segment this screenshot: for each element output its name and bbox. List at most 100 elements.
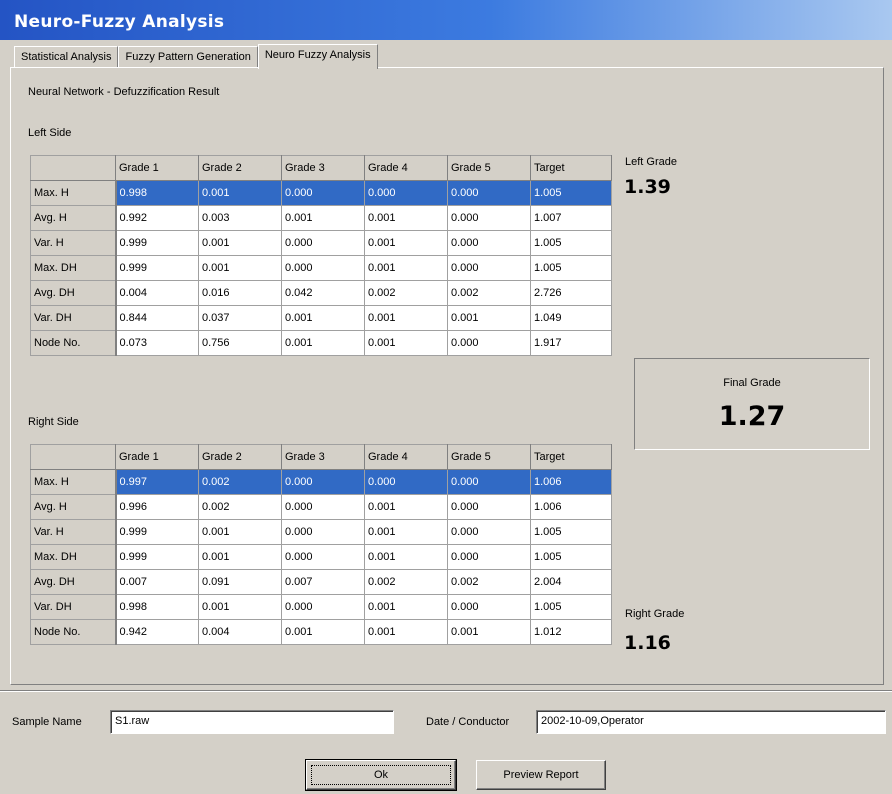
table-cell[interactable]: 0.001 <box>364 230 448 256</box>
table-cell[interactable]: 0.001 <box>198 255 282 281</box>
table-cell[interactable]: 0.000 <box>281 594 365 620</box>
table-row[interactable]: Var. DH 0.998 0.001 0.000 0.001 0.000 1.005 <box>30 594 612 620</box>
table-cell[interactable]: 0.756 <box>198 330 282 356</box>
table-row[interactable]: Node No. 0.073 0.756 0.001 0.001 0.000 1.917 <box>30 330 612 356</box>
table-cell[interactable]: 0.002 <box>198 494 282 520</box>
table-cell[interactable]: 0.001 <box>198 180 282 206</box>
table-row[interactable]: Max. H 0.998 0.001 0.000 0.000 0.000 1.005 <box>30 180 612 206</box>
table-cell[interactable]: 0.000 <box>447 544 531 570</box>
table-cell[interactable]: 0.999 <box>115 230 199 256</box>
table-cell[interactable]: 0.000 <box>281 180 365 206</box>
table-cell[interactable]: 0.073 <box>115 330 199 356</box>
table-cell[interactable]: 0.091 <box>198 569 282 595</box>
table-cell[interactable]: 0.007 <box>115 569 199 595</box>
table-cell[interactable]: 0.001 <box>281 619 365 645</box>
table-cell[interactable]: 1.005 <box>530 180 612 206</box>
right-result-table[interactable]: Grade 1 Grade 2 Grade 3 Grade 4 Grade 5 … <box>30 444 612 645</box>
table-cell[interactable]: 0.004 <box>115 280 199 306</box>
table-cell[interactable]: 1.007 <box>530 205 612 231</box>
table-cell[interactable]: 0.001 <box>364 594 448 620</box>
table-cell[interactable]: 1.012 <box>530 619 612 645</box>
table-cell[interactable]: 0.992 <box>115 205 199 231</box>
column-header-target[interactable]: Target <box>530 444 612 470</box>
table-cell[interactable]: 0.999 <box>115 255 199 281</box>
table-row[interactable]: Avg. H 0.996 0.002 0.000 0.001 0.000 1.006 <box>30 494 612 520</box>
table-row[interactable]: Var. H 0.999 0.001 0.000 0.001 0.000 1.005 <box>30 230 612 256</box>
column-header-grade-5[interactable]: Grade 5 <box>447 444 531 470</box>
table-cell[interactable]: 1.005 <box>530 594 612 620</box>
table-cell[interactable]: 0.000 <box>364 469 448 495</box>
table-row[interactable]: Avg. DH 0.004 0.016 0.042 0.002 0.002 2.726 <box>30 280 612 306</box>
table-cell[interactable]: 1.005 <box>530 519 612 545</box>
left-result-table[interactable]: Grade 1 Grade 2 Grade 3 Grade 4 Grade 5 … <box>30 155 612 356</box>
row-header[interactable]: Max. H <box>30 469 117 495</box>
table-cell[interactable]: 0.001 <box>447 619 531 645</box>
table-cell[interactable]: 0.000 <box>447 494 531 520</box>
table-cell[interactable]: 0.001 <box>364 305 448 331</box>
table-row[interactable]: Var. DH 0.844 0.037 0.001 0.001 0.001 1.049 <box>30 305 612 331</box>
table-row[interactable]: Max. DH 0.999 0.001 0.000 0.001 0.000 1.005 <box>30 544 612 570</box>
row-header[interactable]: Var. DH <box>30 305 117 331</box>
column-header-grade-1[interactable]: Grade 1 <box>115 444 199 470</box>
table-cell[interactable]: 0.001 <box>447 305 531 331</box>
row-header[interactable]: Avg. DH <box>30 569 117 595</box>
table-cell[interactable]: 1.917 <box>530 330 612 356</box>
table-cell[interactable]: 0.999 <box>115 544 199 570</box>
row-header[interactable]: Var. DH <box>30 594 117 620</box>
table-cell[interactable]: 0.000 <box>447 205 531 231</box>
table-cell[interactable]: 0.001 <box>364 519 448 545</box>
row-header[interactable]: Node No. <box>30 619 117 645</box>
row-header[interactable]: Max. H <box>30 180 117 206</box>
table-cell[interactable]: 0.001 <box>281 205 365 231</box>
table-row[interactable]: Max. H 0.997 0.002 0.000 0.000 0.000 1.006 <box>30 469 612 495</box>
table-cell[interactable]: 0.000 <box>281 544 365 570</box>
table-cell[interactable]: 0.999 <box>115 519 199 545</box>
table-cell[interactable]: 0.037 <box>198 305 282 331</box>
sample-name-field[interactable]: S1.raw <box>110 710 394 734</box>
table-cell[interactable]: 0.000 <box>447 255 531 281</box>
table-cell[interactable]: 0.997 <box>115 469 199 495</box>
row-header[interactable]: Var. H <box>30 230 117 256</box>
table-cell[interactable]: 0.000 <box>447 230 531 256</box>
table-cell[interactable]: 0.004 <box>198 619 282 645</box>
table-cell[interactable]: 1.005 <box>530 230 612 256</box>
date-conductor-field[interactable]: 2002-10-09,Operator <box>536 710 886 734</box>
table-cell[interactable]: 0.001 <box>198 594 282 620</box>
table-row[interactable]: Max. DH 0.999 0.001 0.000 0.001 0.000 1.005 <box>30 255 612 281</box>
column-header-grade-4[interactable]: Grade 4 <box>364 155 448 181</box>
table-cell[interactable]: 0.000 <box>364 180 448 206</box>
table-row[interactable]: Node No. 0.942 0.004 0.001 0.001 0.001 1.012 <box>30 619 612 645</box>
table-cell[interactable]: 1.005 <box>530 255 612 281</box>
table-cell[interactable]: 0.002 <box>447 569 531 595</box>
table-cell[interactable]: 2.726 <box>530 280 612 306</box>
row-header[interactable]: Node No. <box>30 330 117 356</box>
column-header-target[interactable]: Target <box>530 155 612 181</box>
table-cell[interactable]: 1.005 <box>530 544 612 570</box>
table-cell[interactable]: 0.042 <box>281 280 365 306</box>
table-cell[interactable]: 0.996 <box>115 494 199 520</box>
table-cell[interactable]: 0.000 <box>447 180 531 206</box>
row-header[interactable]: Avg. H <box>30 205 117 231</box>
column-header-grade-3[interactable]: Grade 3 <box>281 155 365 181</box>
table-cell[interactable]: 0.000 <box>447 469 531 495</box>
table-row[interactable]: Var. H 0.999 0.001 0.000 0.001 0.000 1.005 <box>30 519 612 545</box>
ok-button[interactable]: Ok <box>305 759 457 791</box>
table-row[interactable]: Avg. DH 0.007 0.091 0.007 0.002 0.002 2.004 <box>30 569 612 595</box>
table-cell[interactable]: 0.000 <box>281 230 365 256</box>
table-cell[interactable]: 2.004 <box>530 569 612 595</box>
table-cell[interactable]: 0.003 <box>198 205 282 231</box>
tab-neuro-fuzzy-analysis[interactable]: Neuro Fuzzy Analysis <box>257 44 378 69</box>
table-cell[interactable]: 0.844 <box>115 305 199 331</box>
table-cell[interactable]: 0.000 <box>281 519 365 545</box>
table-cell[interactable]: 0.001 <box>364 205 448 231</box>
table-cell[interactable]: 0.000 <box>447 594 531 620</box>
table-cell[interactable]: 0.001 <box>198 544 282 570</box>
table-cell[interactable]: 0.001 <box>364 255 448 281</box>
column-header-grade-2[interactable]: Grade 2 <box>198 444 282 470</box>
column-header-grade-3[interactable]: Grade 3 <box>281 444 365 470</box>
table-cell[interactable]: 0.001 <box>364 330 448 356</box>
table-cell[interactable]: 0.002 <box>198 469 282 495</box>
table-cell[interactable]: 1.006 <box>530 494 612 520</box>
table-cell[interactable]: 0.000 <box>447 519 531 545</box>
row-header[interactable]: Var. H <box>30 519 117 545</box>
